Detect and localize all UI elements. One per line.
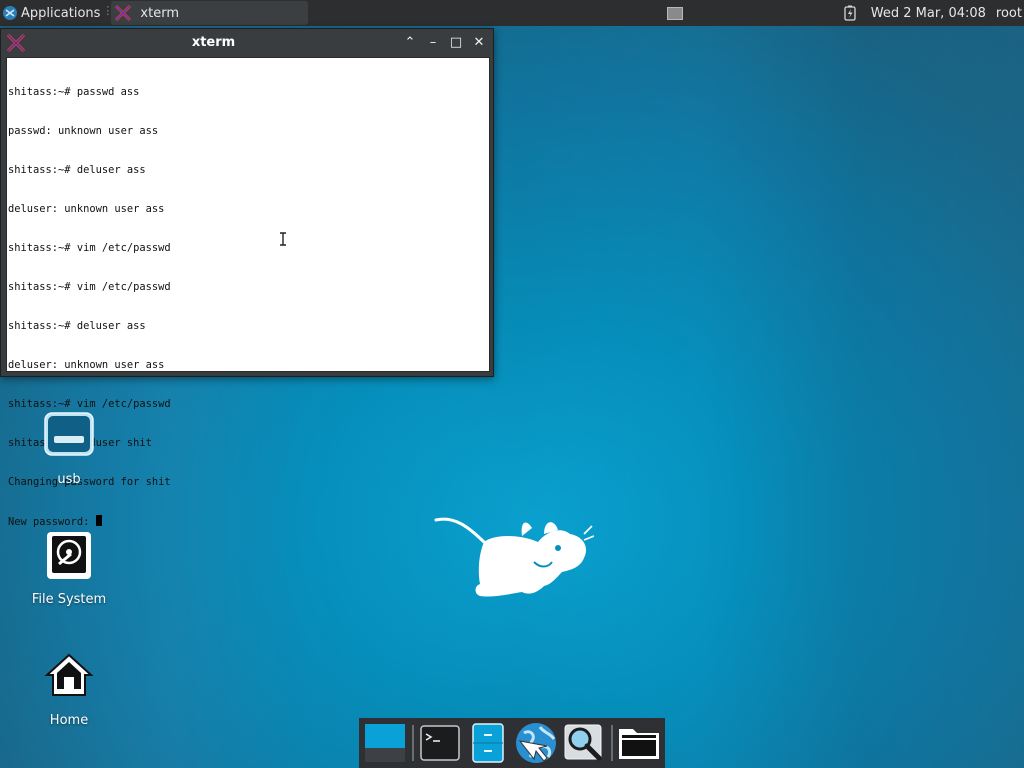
dock-show-desktop[interactable]	[362, 720, 408, 766]
terminal-line: shitass:~# passwd ass	[8, 86, 140, 98]
web-browser-icon	[516, 723, 556, 763]
password-prompt: New password:	[8, 516, 96, 528]
terminal-line: shitass:~# vim /etc/passwd	[8, 242, 171, 254]
xterm-window: xterm ⌃ – □ ✕ shitass:~# passwd ass pass…	[0, 28, 494, 528]
ibeam-cursor-icon	[280, 232, 286, 246]
dock-panel	[359, 718, 665, 768]
terminal-output[interactable]: shitass:~# passwd ass passwd: unknown us…	[6, 57, 490, 528]
dock-separator	[412, 725, 414, 761]
workspace-switcher[interactable]	[666, 6, 683, 20]
home-icon	[44, 653, 94, 696]
hard-drive-icon	[47, 532, 91, 579]
terminal-line: deluser: unknown user ass	[8, 359, 165, 371]
user-menu[interactable]: root	[996, 6, 1022, 21]
xfce-logo-icon	[3, 6, 17, 20]
window-title: xterm	[191, 35, 236, 50]
close-button[interactable]: ✕	[471, 34, 487, 50]
folder-icon	[619, 729, 659, 759]
maximize-button[interactable]: □	[448, 34, 464, 50]
taskbar-item-xterm[interactable]: xterm	[111, 1, 309, 25]
dock-terminal[interactable]	[417, 720, 463, 766]
top-panel: Applications ⋮ xterm Wed 2 Mar, 04:08 ro…	[0, 0, 1024, 26]
dock-separator	[611, 725, 613, 761]
desktop-icon-label: File System	[31, 592, 107, 607]
terminal-line: passwd: unknown user ass	[8, 125, 159, 137]
terminal-line: shitass:~# deluser ass	[8, 320, 146, 332]
file-manager-icon	[472, 723, 504, 763]
taskbar-item-label: xterm	[140, 5, 179, 21]
desktop-icon-label: Home	[49, 713, 89, 728]
app-finder-icon	[564, 724, 602, 761]
window-titlebar[interactable]: xterm ⌃ – □ ✕	[1, 29, 493, 57]
applications-menu-button[interactable]: Applications ⋮	[0, 0, 114, 26]
desktop-icon-usb[interactable]: usb	[24, 410, 114, 487]
usb-drive-icon	[44, 412, 94, 456]
text-cursor	[95, 515, 102, 526]
applications-label: Applications	[21, 5, 101, 21]
xfce-mouse-logo	[434, 517, 594, 597]
terminal-line: shitass:~# vim /etc/passwd	[8, 281, 171, 293]
terminal-prompt-line[interactable]: New password:	[8, 515, 489, 528]
dock-file-manager[interactable]	[465, 720, 511, 766]
show-desktop-icon	[365, 724, 405, 762]
minimize-button[interactable]: –	[425, 34, 441, 50]
desktop-icon-label: usb	[57, 472, 81, 487]
terminal-line: shitass:~# deluser ass	[8, 164, 146, 176]
dock-web-browser[interactable]	[513, 720, 559, 766]
desktop-icon-file-system[interactable]: File System	[24, 530, 114, 607]
dock-home-folder[interactable]	[616, 720, 662, 766]
battery-charging-icon[interactable]	[843, 5, 857, 21]
panel-separator: ⋮	[102, 4, 114, 17]
clock[interactable]: Wed 2 Mar, 04:08	[871, 6, 986, 21]
xterm-icon	[115, 4, 132, 22]
shade-button[interactable]: ⌃	[402, 34, 418, 50]
dock-app-finder[interactable]	[561, 720, 607, 766]
terminal-icon	[420, 725, 460, 761]
terminal-line: deluser: unknown user ass	[8, 203, 165, 215]
desktop-icon-home[interactable]: Home	[24, 651, 114, 728]
